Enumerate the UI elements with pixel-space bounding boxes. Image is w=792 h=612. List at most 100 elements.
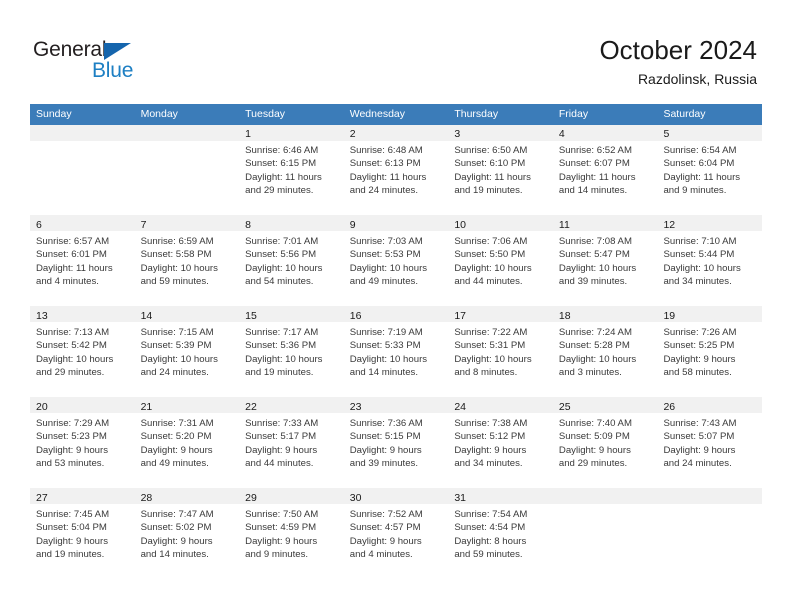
day-sun-info: Sunrise: 7:31 AM Sunset: 5:20 PM Dayligh… xyxy=(140,418,214,470)
day-cell[interactable]: 12 Sunrise: 7:10 AM Sunset: 5:44 PM Dayli… xyxy=(657,216,762,306)
day-sun-info: Sunrise: 7:22 AM Sunset: 5:31 PM Dayligh… xyxy=(454,327,532,379)
weekday-header-sunday: Sunday xyxy=(36,108,72,120)
day-cell[interactable]: 17 Sunrise: 7:22 AM Sunset: 5:31 PM Dayli… xyxy=(448,307,553,397)
week-row-3: 13 Sunrise: 7:13 AM Sunset: 5:42 PM Dayli… xyxy=(30,306,762,397)
day-number: 29 xyxy=(245,492,257,504)
title-block: October 2024 Razdolinsk, Russia xyxy=(599,34,757,89)
day-cell[interactable]: 25 Sunrise: 7:40 AM Sunset: 5:09 PM Dayli… xyxy=(553,398,658,488)
brand-logo[interactable]: General Blue xyxy=(33,38,203,86)
day-cell[interactable]: 26 Sunrise: 7:43 AM Sunset: 5:07 PM Dayli… xyxy=(657,398,762,488)
day-cell[interactable]: 3 Sunrise: 6:50 AM Sunset: 6:10 PM Daylig… xyxy=(448,125,553,215)
day-cell[interactable]: 16 Sunrise: 7:19 AM Sunset: 5:33 PM Dayli… xyxy=(344,307,449,397)
day-cell[interactable]: 20 Sunrise: 7:29 AM Sunset: 5:23 PM Dayli… xyxy=(30,398,135,488)
day-number xyxy=(663,489,756,505)
day-sun-info: Sunrise: 6:50 AM Sunset: 6:10 PM Dayligh… xyxy=(454,145,531,197)
day-number: 6 xyxy=(36,219,42,231)
calendar-weeks: 1 Sunrise: 6:46 AM Sunset: 6:15 PM Daylig… xyxy=(30,125,762,579)
day-number: 25 xyxy=(558,401,571,413)
day-number: 14 xyxy=(140,310,153,322)
day-cell[interactable]: 6 Sunrise: 6:57 AM Sunset: 6:01 PM Daylig… xyxy=(30,216,135,306)
day-cell[interactable]: 5 Sunrise: 6:54 AM Sunset: 6:04 PM Daylig… xyxy=(657,125,762,215)
day-cell[interactable]: 23 Sunrise: 7:36 AM Sunset: 5:15 PM Dayli… xyxy=(344,398,449,488)
day-cell[interactable]: 18 Sunrise: 7:24 AM Sunset: 5:28 PM Dayli… xyxy=(553,307,658,397)
weekday-header-monday: Monday xyxy=(140,108,178,120)
day-sun-info xyxy=(141,141,234,144)
week-row-5: 27 Sunrise: 7:45 AM Sunset: 5:04 PM Dayli… xyxy=(30,488,762,579)
day-number: 1 xyxy=(245,128,251,140)
day-number: 24 xyxy=(454,401,466,413)
calendar-week-row: 1 Sunrise: 6:46 AM Sunset: 6:15 PM Daylig… xyxy=(30,125,762,215)
day-cell[interactable]: 28 Sunrise: 7:47 AM Sunset: 5:02 PM Dayli… xyxy=(135,489,240,579)
brand-name-blue: Blue xyxy=(92,59,134,82)
day-cell[interactable]: 2 Sunrise: 6:48 AM Sunset: 6:13 PM Daylig… xyxy=(344,125,449,215)
day-cell[interactable]: 30 Sunrise: 7:52 AM Sunset: 4:57 PM Dayli… xyxy=(344,489,449,579)
day-cell[interactable]: 7 Sunrise: 6:59 AM Sunset: 5:58 PM Daylig… xyxy=(135,216,240,306)
calendar-week-row: 6 Sunrise: 6:57 AM Sunset: 6:01 PM Daylig… xyxy=(30,215,762,306)
day-sun-info: Sunrise: 7:47 AM Sunset: 5:02 PM Dayligh… xyxy=(140,509,214,561)
day-sun-info xyxy=(663,505,756,508)
weekday-header-friday: Friday xyxy=(558,108,589,120)
calendar-page: General Blue October 2024 Razdolinsk, Ru… xyxy=(0,0,792,612)
day-number: 10 xyxy=(454,219,466,231)
day-sun-info: Sunrise: 7:03 AM Sunset: 5:53 PM Dayligh… xyxy=(349,236,428,288)
day-cell[interactable]: 4 Sunrise: 6:52 AM Sunset: 6:07 PM Daylig… xyxy=(553,125,658,215)
day-cell[interactable]: 11 Sunrise: 7:08 AM Sunset: 5:47 PM Dayli… xyxy=(553,216,658,306)
day-cell[interactable]: 29 Sunrise: 7:50 AM Sunset: 4:59 PM Dayli… xyxy=(239,489,344,579)
day-number: 11 xyxy=(558,219,570,231)
page-title: October 2024 xyxy=(599,35,757,65)
day-number xyxy=(559,489,652,505)
day-sun-info: Sunrise: 7:43 AM Sunset: 5:07 PM Dayligh… xyxy=(663,418,737,470)
day-number xyxy=(141,125,234,141)
day-sun-info: Sunrise: 7:36 AM Sunset: 5:15 PM Dayligh… xyxy=(349,418,423,470)
week-row-1: 1 Sunrise: 6:46 AM Sunset: 6:15 PM Daylig… xyxy=(30,125,762,215)
day-number: 27 xyxy=(36,492,48,504)
day-cell[interactable]: 9 Sunrise: 7:03 AM Sunset: 5:53 PM Daylig… xyxy=(344,216,449,306)
day-number: 5 xyxy=(663,128,670,140)
calendar-grid: Sunday Monday Tuesday Wednesday Thursday Frid… xyxy=(30,104,762,579)
day-cell[interactable]: 15 Sunrise: 7:17 AM Sunset: 5:36 PM Dayli… xyxy=(239,307,344,397)
day-sun-info xyxy=(36,141,129,144)
day-sun-info: Sunrise: 7:06 AM Sunset: 5:50 PM Dayligh… xyxy=(454,236,532,288)
day-sun-info: Sunrise: 6:59 AM Sunset: 5:58 PM Dayligh… xyxy=(140,236,218,288)
day-cell[interactable]: 8 Sunrise: 7:01 AM Sunset: 5:56 PM Daylig… xyxy=(239,216,344,306)
day-cell[interactable]: 13 Sunrise: 7:13 AM Sunset: 5:42 PM Dayli… xyxy=(30,307,135,397)
day-number: 12 xyxy=(663,219,676,231)
day-sun-info: Sunrise: 7:45 AM Sunset: 5:04 PM Dayligh… xyxy=(36,509,110,561)
day-number: 31 xyxy=(454,492,466,504)
day-sun-info: Sunrise: 7:38 AM Sunset: 5:12 PM Dayligh… xyxy=(454,418,528,470)
day-sun-info: Sunrise: 6:57 AM Sunset: 6:01 PM Dayligh… xyxy=(36,236,113,288)
weekday-header-saturday: Saturday xyxy=(663,108,706,120)
day-number: 2 xyxy=(349,128,356,140)
day-cell[interactable]: 21 Sunrise: 7:31 AM Sunset: 5:20 PM Dayli… xyxy=(135,398,240,488)
day-number: 20 xyxy=(36,401,48,413)
day-number: 7 xyxy=(140,219,147,231)
day-sun-info: Sunrise: 6:52 AM Sunset: 6:07 PM Dayligh… xyxy=(558,145,636,197)
day-number: 28 xyxy=(140,492,153,504)
day-cell[interactable]: 31 Sunrise: 7:54 AM Sunset: 4:54 PM Dayli… xyxy=(448,489,553,579)
day-sun-info xyxy=(559,505,652,508)
weekday-header-tuesday: Tuesday xyxy=(245,108,286,120)
day-cell[interactable]: 22 Sunrise: 7:33 AM Sunset: 5:17 PM Dayli… xyxy=(239,398,344,488)
calendar-week-row: 27 Sunrise: 7:45 AM Sunset: 5:04 PM Dayli… xyxy=(30,488,762,579)
week-row-4: 20 Sunrise: 7:29 AM Sunset: 5:23 PM Dayli… xyxy=(30,397,762,488)
day-number: 4 xyxy=(558,128,565,140)
day-sun-info: Sunrise: 7:40 AM Sunset: 5:09 PM Dayligh… xyxy=(558,418,632,470)
day-sun-info: Sunrise: 7:29 AM Sunset: 5:23 PM Dayligh… xyxy=(36,418,110,470)
day-sun-info: Sunrise: 7:15 AM Sunset: 5:39 PM Dayligh… xyxy=(140,327,218,379)
day-number: 23 xyxy=(349,401,362,413)
page-header: General Blue October 2024 Razdolinsk, Ru… xyxy=(0,0,792,104)
day-number: 18 xyxy=(558,310,571,322)
day-number: 26 xyxy=(663,401,676,413)
day-cell[interactable]: 10 Sunrise: 7:06 AM Sunset: 5:50 PM Dayli… xyxy=(448,216,553,306)
day-sun-info: Sunrise: 7:54 AM Sunset: 4:54 PM Dayligh… xyxy=(454,509,528,561)
day-sun-info: Sunrise: 6:48 AM Sunset: 6:13 PM Dayligh… xyxy=(349,145,427,197)
day-sun-info: Sunrise: 6:46 AM Sunset: 6:15 PM Dayligh… xyxy=(245,145,322,197)
day-cell[interactable]: 1 Sunrise: 6:46 AM Sunset: 6:15 PM Daylig… xyxy=(239,125,344,215)
day-cell[interactable]: 14 Sunrise: 7:15 AM Sunset: 5:39 PM Dayli… xyxy=(135,307,240,397)
day-cell[interactable]: 24 Sunrise: 7:38 AM Sunset: 5:12 PM Dayli… xyxy=(448,398,553,488)
day-number: 3 xyxy=(454,128,461,140)
day-sun-info: Sunrise: 7:26 AM Sunset: 5:25 PM Dayligh… xyxy=(663,327,737,379)
day-cell[interactable]: 19 Sunrise: 7:26 AM Sunset: 5:25 PM Dayli… xyxy=(657,307,762,397)
day-cell[interactable]: 27 Sunrise: 7:45 AM Sunset: 5:04 PM Dayli… xyxy=(30,489,135,579)
weekday-header-wednesday: Wednesday xyxy=(349,108,405,120)
